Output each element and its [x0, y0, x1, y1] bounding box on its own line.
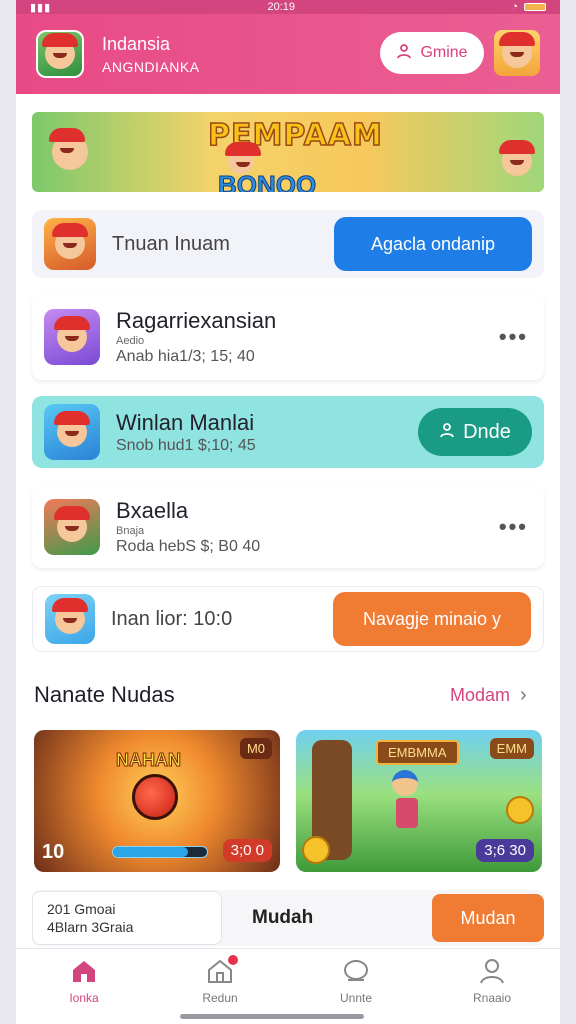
item-title: Inan lior: 10:0 — [111, 607, 233, 630]
game-thumbnail — [44, 218, 96, 270]
tab-profile[interactable]: Rnaaio — [452, 957, 532, 1005]
chat-icon — [342, 957, 370, 985]
item-meta: Snob hud1 $;10; 45 — [116, 436, 256, 454]
character-icon — [225, 142, 261, 174]
action-button[interactable]: Agacla ondanip — [334, 217, 532, 271]
card-score: 3;6 30 — [476, 839, 534, 862]
list-item[interactable]: Tnuan Inuam Agacla ondanip — [32, 210, 544, 278]
character-icon — [54, 316, 90, 352]
profile-icon — [478, 957, 506, 985]
item-title: Bxaella — [116, 498, 189, 523]
character-icon — [42, 33, 78, 69]
action-button[interactable]: Navagje minaio y — [333, 592, 531, 646]
stat-line: 201 Gmoai — [47, 901, 116, 917]
tab-store[interactable]: Redun — [180, 954, 260, 1005]
item-caption: Bnaja — [116, 525, 145, 537]
section-link-label: Modam — [450, 685, 511, 705]
item-caption: Aedio — [116, 335, 145, 347]
card-score: 3;0 0 — [222, 839, 272, 862]
coin-icon — [302, 836, 330, 864]
app-header: Indansia ANGNDIANKA Gmine — [16, 14, 560, 94]
tab-label: Ionka — [69, 990, 99, 1005]
character-icon — [49, 128, 88, 170]
game-thumbnail — [44, 309, 100, 365]
card-tag: M0 — [239, 738, 272, 759]
store-icon — [206, 954, 238, 985]
game-button[interactable]: Gmine — [380, 32, 484, 74]
tab-label: Redun — [202, 990, 238, 1005]
card-level: 10 — [42, 841, 65, 863]
action-button-label: Dnde — [463, 420, 511, 443]
item-meta: Roda hebS $; B0 40 — [116, 538, 261, 555]
character-icon — [392, 770, 422, 830]
action-button[interactable]: Dnde — [418, 408, 532, 456]
promo-banner[interactable]: PEMPAAM BONOO — [32, 112, 544, 192]
stats-box: 201 Gmoai 4Blarn 3Graia — [32, 891, 222, 945]
list-item[interactable]: Winlan Manlai Snob hud1 $;10; 45 Dnde — [32, 396, 544, 468]
character-icon — [54, 411, 90, 447]
summary-button[interactable]: Mudan — [432, 894, 544, 942]
app-title: Indansia — [102, 33, 171, 54]
tab-label: Unnte — [339, 990, 373, 1005]
status-right: ◔ — [511, 1, 546, 13]
summary-label: Mudah — [252, 907, 314, 928]
card-sign: EMBMMA — [376, 740, 459, 765]
character-icon — [499, 140, 535, 176]
home-indicator[interactable] — [180, 1014, 364, 1019]
monster-icon — [132, 774, 178, 820]
app-frame: ▮▮▮ 20:19 ◔ Indansia ANGNDIANKA Gmine PE… — [16, 0, 560, 1024]
chevron-right-icon: › — [520, 684, 527, 706]
wifi-icon: ◔ — [511, 1, 518, 13]
profile-avatar[interactable] — [494, 30, 540, 76]
summary-row: 201 Gmoai 4Blarn 3Graia Mudah Mudan — [32, 890, 544, 946]
item-title: Ragarriexansian — [116, 308, 277, 333]
game-thumbnail — [45, 594, 95, 644]
status-bar: ▮▮▮ 20:19 ◔ — [16, 0, 560, 14]
home-icon — [70, 957, 98, 985]
list-item[interactable]: Bxaella Bnaja Roda hebS $; B0 40 ••• — [32, 486, 544, 568]
item-title: Winlan Manlai — [116, 409, 255, 435]
section-more-link[interactable]: Modam › — [450, 684, 527, 707]
tab-home[interactable]: Ionka — [44, 957, 124, 1005]
more-options-icon[interactable]: ••• — [499, 514, 528, 540]
app-subtitle: ANGNDIANKA — [102, 58, 200, 75]
user-icon — [396, 43, 412, 64]
coin-icon — [506, 796, 534, 824]
status-time: 20:19 — [267, 1, 296, 13]
item-meta: Anab hia1/3; 15; 40 — [116, 348, 255, 365]
character-icon — [52, 598, 88, 634]
app-logo[interactable] — [36, 30, 84, 78]
game-card[interactable]: EMBMMA EMM 3;6 30 — [296, 730, 542, 872]
tab-label: Rnaaio — [472, 990, 512, 1005]
list-item[interactable]: Inan lior: 10:0 Navagje minaio y — [32, 586, 544, 652]
section-title: Nanate Nudas — [34, 682, 175, 707]
game-thumbnail — [44, 404, 100, 460]
banner-subtitle: BONOO — [217, 170, 317, 193]
card-tag: EMM — [489, 738, 534, 759]
battery-icon — [523, 3, 546, 11]
user-icon — [439, 421, 455, 444]
notification-dot — [228, 954, 238, 965]
game-button-label: Gmine — [420, 44, 468, 61]
progress-bar — [112, 846, 208, 858]
progress-fill — [113, 847, 189, 857]
tab-chat[interactable]: Unnte — [316, 957, 396, 1005]
game-thumbnail — [44, 499, 100, 555]
game-card[interactable]: NAHAN M0 10 3;0 0 — [34, 730, 280, 872]
stat-line: 4Blarn 3Graia — [47, 919, 134, 935]
signal-icon: ▮▮▮ — [30, 1, 52, 14]
character-icon — [499, 32, 535, 68]
item-title: Tnuan Inuam — [112, 232, 230, 255]
character-icon — [54, 506, 90, 542]
card-label: NAHAN — [116, 750, 182, 771]
bottom-tab-bar: Ionka Redun Unnte Rnaaio — [16, 948, 560, 1012]
more-options-icon[interactable]: ••• — [499, 324, 528, 350]
character-icon — [52, 223, 88, 259]
list-item[interactable]: Ragarriexansian Aedio Anab hia1/3; 15; 4… — [32, 294, 544, 380]
